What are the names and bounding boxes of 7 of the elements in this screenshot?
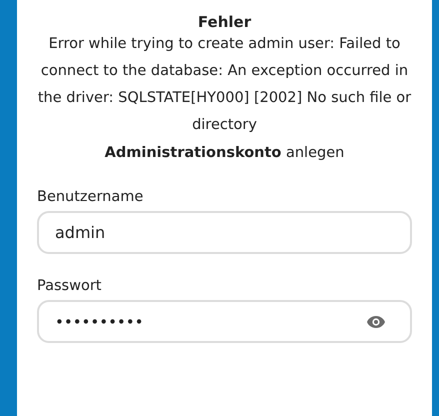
field-label: Passwort bbox=[37, 278, 102, 294]
form-heading: Administrationskonto anlegen bbox=[104, 144, 346, 163]
error-title: Fehler bbox=[196, 12, 252, 32]
input-field[interactable]: •••••••••• bbox=[37, 300, 412, 343]
field-label: Benutzername bbox=[37, 189, 144, 205]
input-field[interactable]: admin bbox=[37, 211, 412, 254]
eye-icon[interactable] bbox=[366, 314, 386, 328]
